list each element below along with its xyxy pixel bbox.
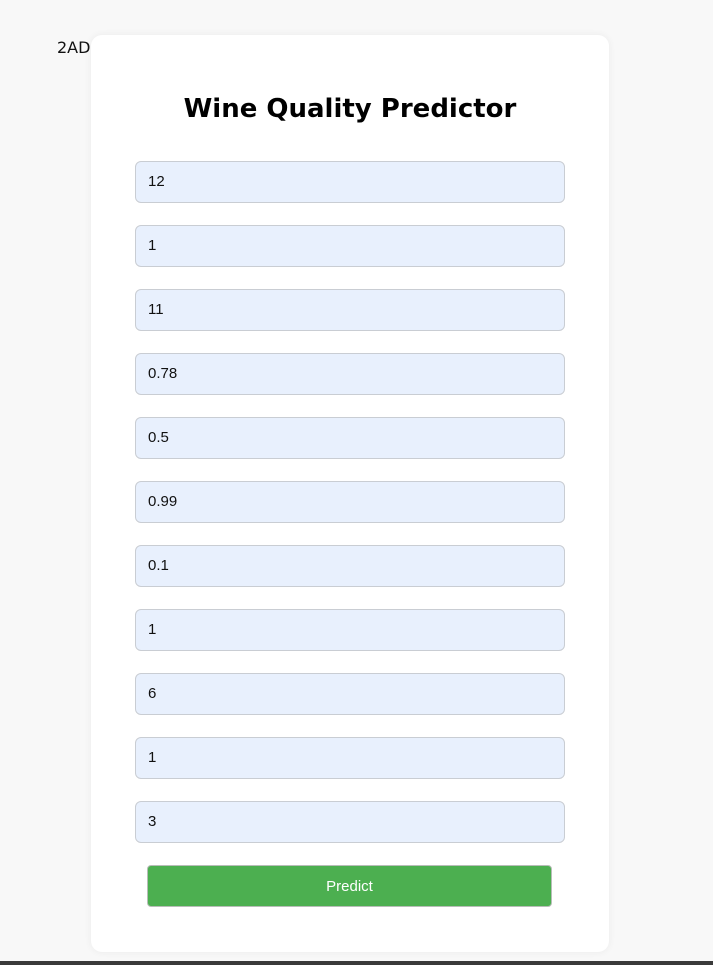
input-field-8[interactable]: 1 xyxy=(135,609,565,651)
input-field-9[interactable]: 6 xyxy=(135,673,565,715)
input-field-11[interactable]: 3 xyxy=(135,801,565,843)
input-field-2[interactable]: 1 xyxy=(135,225,565,267)
corner-label: 2AD xyxy=(57,38,91,57)
input-field-1[interactable]: 12 xyxy=(135,161,565,203)
input-field-5[interactable]: 0.5 xyxy=(135,417,565,459)
bottom-border xyxy=(0,961,713,965)
input-field-4[interactable]: 0.78 xyxy=(135,353,565,395)
predict-button[interactable]: Predict xyxy=(147,865,552,907)
predictor-card: Wine Quality Predictor 12 1 11 0.78 0.5 … xyxy=(91,35,609,952)
input-field-3[interactable]: 11 xyxy=(135,289,565,331)
input-field-7[interactable]: 0.1 xyxy=(135,545,565,587)
page-title: Wine Quality Predictor xyxy=(183,94,517,124)
input-field-10[interactable]: 1 xyxy=(135,737,565,779)
input-field-6[interactable]: 0.99 xyxy=(135,481,565,523)
